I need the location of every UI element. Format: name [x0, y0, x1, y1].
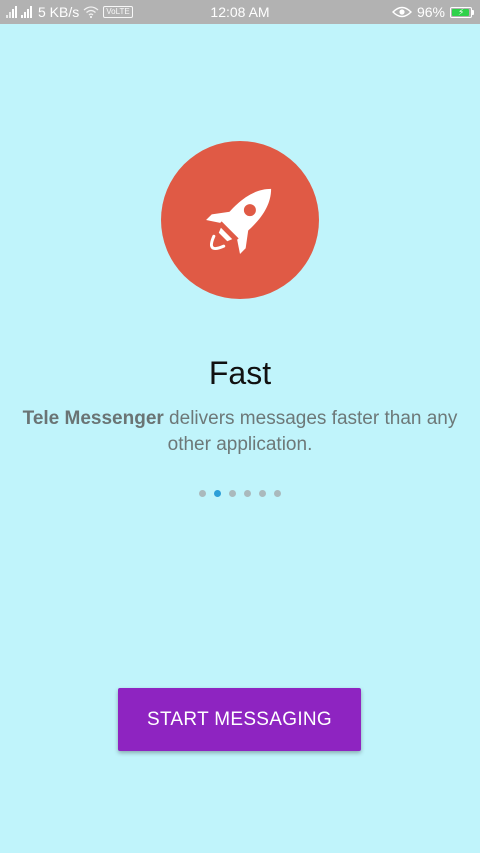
- intro-description: Tele Messenger delivers messages faster …: [20, 406, 460, 458]
- intro-screen: 5 KB/s VoLTE 12:08 AM 96% ⚡ Fast Tele Me…: [0, 0, 480, 853]
- status-bar: 5 KB/s VoLTE 12:08 AM 96% ⚡: [0, 0, 480, 24]
- page-dot: [274, 490, 281, 497]
- feature-icon-circle: [161, 141, 319, 299]
- page-dot: [244, 490, 251, 497]
- start-messaging-button[interactable]: START MESSAGING: [118, 688, 361, 751]
- page-indicator: [0, 490, 480, 498]
- description-text: delivers messages faster than any other …: [163, 408, 458, 455]
- page-dot: [259, 490, 266, 497]
- status-right: 96% ⚡: [391, 0, 474, 24]
- page-dot: [214, 490, 221, 497]
- page-dot: [229, 490, 236, 497]
- rocket-icon: [206, 188, 272, 254]
- app-name: Tele Messenger: [22, 408, 164, 429]
- battery-percent: 96%: [416, 4, 445, 20]
- page-dot: [199, 490, 206, 497]
- intro-title: Fast: [208, 355, 272, 391]
- battery-icon: ⚡: [450, 6, 474, 18]
- charging-bolt-icon: ⚡: [458, 6, 465, 17]
- eye-comfort-icon: [391, 6, 412, 18]
